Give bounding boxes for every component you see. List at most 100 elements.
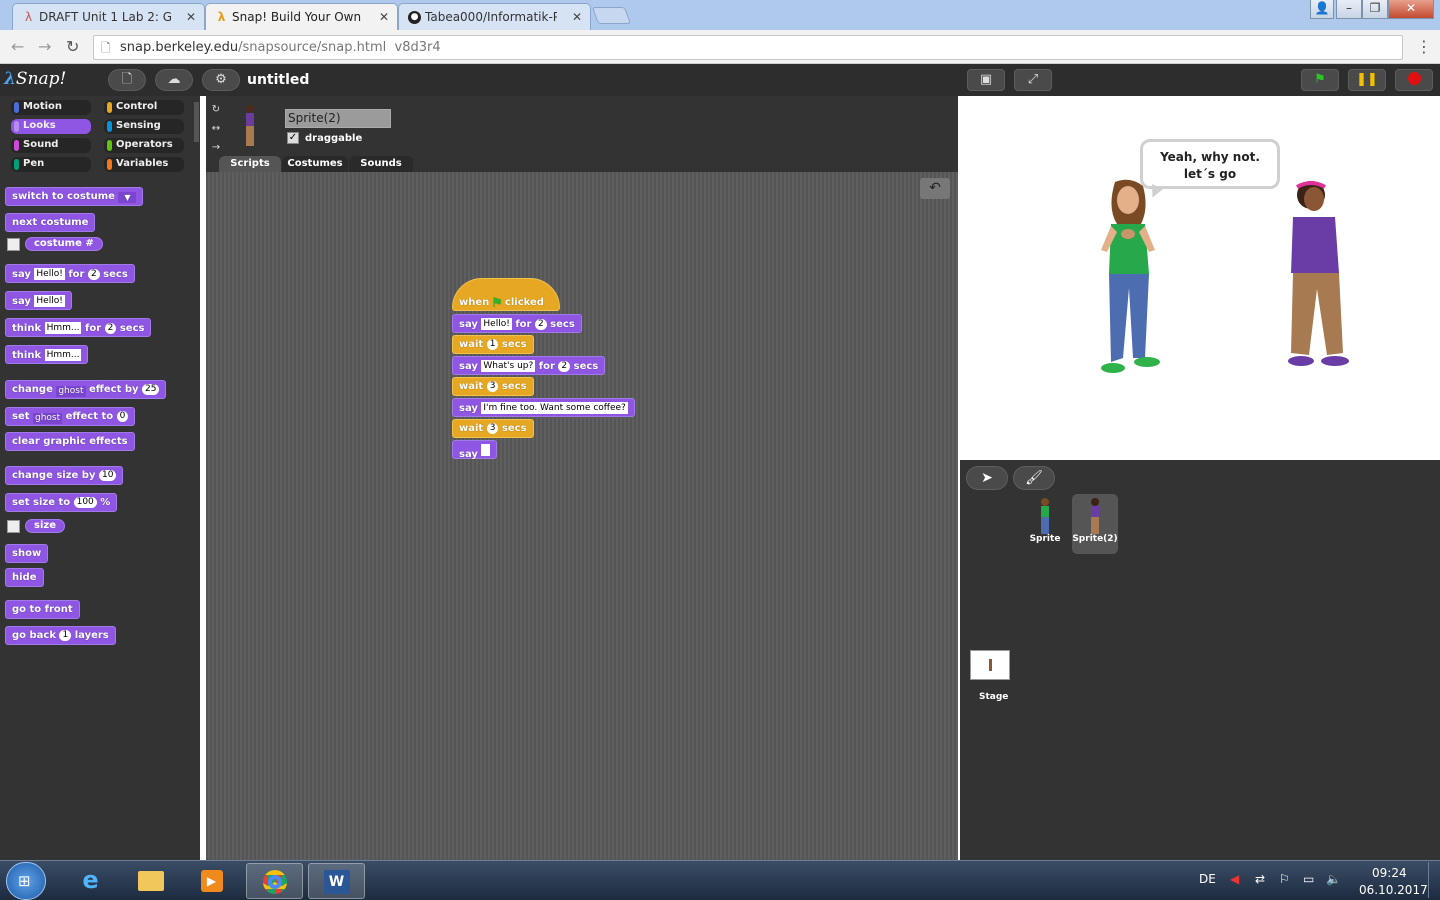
- url-input[interactable]: 🗋 snap.berkeley.edu/snapsource/snap.html…: [93, 35, 1403, 60]
- block-wait-secs[interactable]: wait 3 secs: [452, 377, 534, 396]
- language-indicator[interactable]: DE: [1199, 872, 1216, 886]
- number-slot[interactable]: 1: [59, 630, 72, 641]
- category-operators[interactable]: Operators: [104, 138, 184, 153]
- display-icon[interactable]: ▭: [1303, 872, 1314, 886]
- number-slot[interactable]: 2: [104, 323, 117, 334]
- stage-thumbnail[interactable]: [970, 650, 1010, 680]
- category-sensing[interactable]: Sensing: [104, 119, 184, 134]
- tab-costumes[interactable]: Costumes: [282, 156, 348, 173]
- snap-logo[interactable]: λSnap!: [4, 69, 66, 89]
- close-icon[interactable]: ✕: [186, 10, 196, 24]
- forward-arrow-icon[interactable]: →: [38, 37, 51, 56]
- back-arrow-icon[interactable]: ←: [11, 37, 24, 56]
- browser-tab-github[interactable]: ● Tabea000/Informatik-Pro ✕: [398, 3, 591, 30]
- show-desktop-button[interactable]: [1428, 862, 1438, 898]
- number-slot[interactable]: 100: [73, 497, 97, 508]
- block-say[interactable]: say: [452, 440, 498, 460]
- category-sound[interactable]: Sound: [11, 138, 91, 153]
- block-set-size-to[interactable]: set size to 100 %: [5, 493, 118, 512]
- volume-icon[interactable]: 🔈: [1326, 872, 1341, 886]
- pause-button[interactable]: ❚❚: [1348, 69, 1386, 91]
- notification-icon[interactable]: ◀: [1230, 872, 1239, 886]
- menu-dots-icon[interactable]: ⋮: [1416, 37, 1432, 56]
- number-slot[interactable]: 2: [534, 319, 547, 330]
- text-slot[interactable]: Hmm...: [44, 349, 82, 361]
- reporter-costume-num[interactable]: costume #: [25, 237, 103, 251]
- taskbar-media-player[interactable]: ▶: [183, 863, 240, 899]
- text-slot[interactable]: Hello!: [481, 318, 512, 330]
- add-turtle-sprite-button[interactable]: ➤: [966, 466, 1008, 490]
- rotation-style-lr-icon[interactable]: ↔: [209, 123, 223, 137]
- paint-new-sprite-button[interactable]: 🖌: [1013, 466, 1055, 490]
- block-wait-secs[interactable]: wait 3 secs: [452, 419, 534, 438]
- reload-icon[interactable]: ↻: [66, 37, 79, 56]
- block-set-effect[interactable]: set ghost effect to 0: [5, 407, 136, 426]
- number-slot[interactable]: 25: [142, 384, 160, 395]
- text-slot[interactable]: [481, 444, 491, 456]
- block-change-effect[interactable]: change ghost effect by 25: [5, 380, 167, 399]
- restore-button[interactable]: ❐: [1362, 0, 1388, 19]
- effect-dropdown[interactable]: ghost: [33, 413, 63, 424]
- block-switch-to-costume[interactable]: switch to costume ▼: [5, 187, 144, 206]
- category-variables[interactable]: Variables: [104, 157, 184, 172]
- close-icon[interactable]: ✕: [572, 10, 582, 24]
- stage-size-toggle[interactable]: ▣: [967, 69, 1005, 91]
- text-slot[interactable]: Hello!: [34, 268, 65, 280]
- block-next-costume[interactable]: next costume: [5, 213, 96, 232]
- sprite-girl-green[interactable]: [1095, 178, 1165, 383]
- browser-tab-snap[interactable]: λ Snap! Build Your Own Bl ✕: [205, 3, 398, 30]
- block-go-to-front[interactable]: go to front: [5, 600, 80, 619]
- tab-scripts[interactable]: Scripts: [219, 156, 281, 173]
- rotation-style-none-icon[interactable]: →: [209, 142, 223, 156]
- number-slot[interactable]: 1: [486, 339, 499, 350]
- green-flag-button[interactable]: ⚑: [1301, 69, 1339, 91]
- network-icon[interactable]: ⇄: [1255, 872, 1265, 886]
- block-show[interactable]: show: [5, 544, 49, 563]
- number-slot[interactable]: 0: [116, 411, 129, 422]
- block-say-for-secs[interactable]: say What's up? for 2 secs: [452, 356, 606, 375]
- close-window-button[interactable]: ✕: [1388, 0, 1434, 19]
- close-icon[interactable]: ✕: [379, 10, 389, 24]
- block-say[interactable]: say Hello!: [5, 291, 72, 310]
- category-motion[interactable]: Motion: [11, 100, 91, 115]
- sprite-girl-purple[interactable]: [1283, 177, 1353, 372]
- block-change-size-by[interactable]: change size by 10: [5, 466, 124, 485]
- number-slot[interactable]: 3: [486, 381, 499, 392]
- number-slot[interactable]: 2: [87, 269, 100, 280]
- text-slot[interactable]: What's up?: [481, 360, 536, 372]
- taskbar-file-explorer[interactable]: [122, 863, 179, 899]
- palette-resize-handle[interactable]: [194, 102, 199, 142]
- reporter-size[interactable]: size: [25, 519, 65, 533]
- block-think-for-secs[interactable]: think Hmm... for 2 secs: [5, 318, 152, 337]
- block-say[interactable]: say I'm fine too. Want some coffee?: [452, 398, 635, 417]
- number-slot[interactable]: 10: [98, 470, 117, 481]
- cloud-menu-button[interactable]: ☁: [155, 69, 193, 91]
- taskbar-word[interactable]: W: [308, 863, 365, 899]
- category-looks[interactable]: Looks: [11, 119, 91, 134]
- block-hide[interactable]: hide: [5, 568, 44, 587]
- start-button[interactable]: ⊞: [6, 862, 46, 900]
- category-control[interactable]: Control: [104, 100, 184, 115]
- block-think[interactable]: think Hmm...: [5, 345, 89, 364]
- block-wait-secs[interactable]: wait 1 secs: [452, 335, 534, 354]
- block-clear-graphic-effects[interactable]: clear graphic effects: [5, 432, 135, 451]
- taskbar-internet-explorer[interactable]: e: [62, 863, 119, 899]
- block-say-for-secs[interactable]: say Hello! for 2 secs: [452, 314, 582, 333]
- corral-sprite-sprite2[interactable]: Sprite(2): [1072, 494, 1118, 554]
- user-icon[interactable]: 👤: [1310, 0, 1334, 19]
- rotation-style-full-icon[interactable]: ↻: [209, 104, 223, 118]
- clock-time[interactable]: 09:24: [1372, 866, 1407, 880]
- minimize-button[interactable]: –: [1336, 0, 1362, 19]
- presentation-mode-button[interactable]: ⤢: [1014, 69, 1052, 91]
- stop-button[interactable]: [1395, 69, 1433, 91]
- clock-date[interactable]: 06.10.2017: [1359, 883, 1428, 897]
- costume-num-watcher-checkbox[interactable]: [7, 238, 20, 251]
- text-slot[interactable]: Hmm...: [44, 322, 82, 334]
- block-when-flag-clicked[interactable]: when ⚑ clicked: [452, 278, 560, 311]
- taskbar-chrome[interactable]: [246, 863, 303, 899]
- number-slot[interactable]: 3: [486, 423, 499, 434]
- block-say-for-secs[interactable]: say Hello! for 2 secs: [5, 264, 135, 283]
- block-go-back-layers[interactable]: go back 1 layers: [5, 626, 116, 645]
- new-tab-button[interactable]: [591, 7, 632, 24]
- number-slot[interactable]: 2: [558, 361, 571, 372]
